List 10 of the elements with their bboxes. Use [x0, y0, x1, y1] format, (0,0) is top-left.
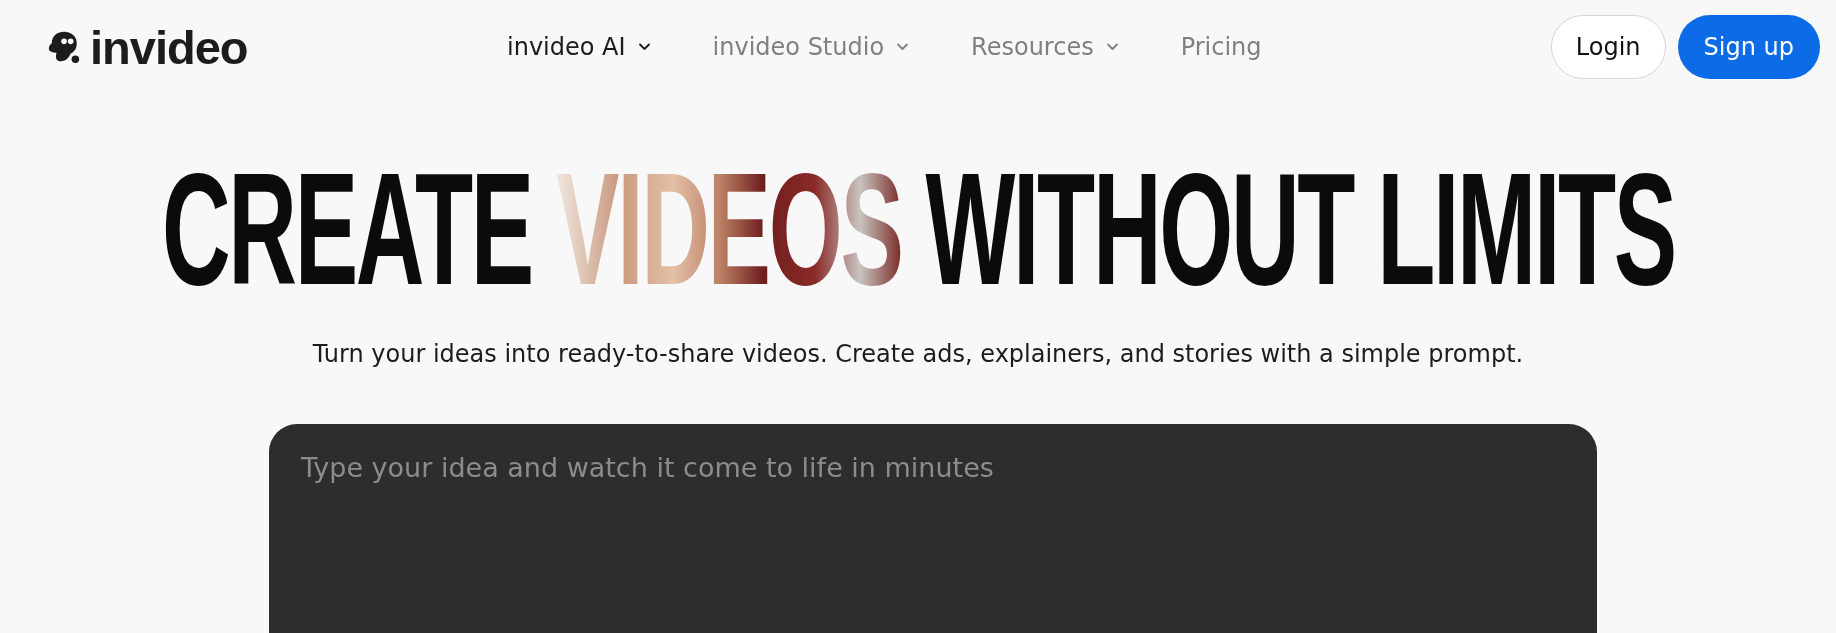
nav-link[interactable]: Resources [971, 33, 1119, 61]
brand-name[interactable]: invideo [90, 23, 248, 71]
signup-button[interactable]: Sign up [1677, 15, 1820, 79]
nav-link[interactable]: invideo Studio [712, 33, 910, 61]
subtitle: Turn your ideas into ready-to-share videos. Create ads, explainers, and stories with a simple prompt. [311, 340, 1525, 368]
headline: CREATEVIDEOSWITHOUT LIMITS [161, 164, 1675, 294]
nav-link[interactable]: invideo AI [507, 33, 651, 61]
prompt-field[interactable]: Type your idea and watch it come to life in minutes [269, 424, 1597, 633]
login-button[interactable]: Login [1550, 15, 1666, 79]
nav-link[interactable]: Pricing [1180, 33, 1262, 61]
